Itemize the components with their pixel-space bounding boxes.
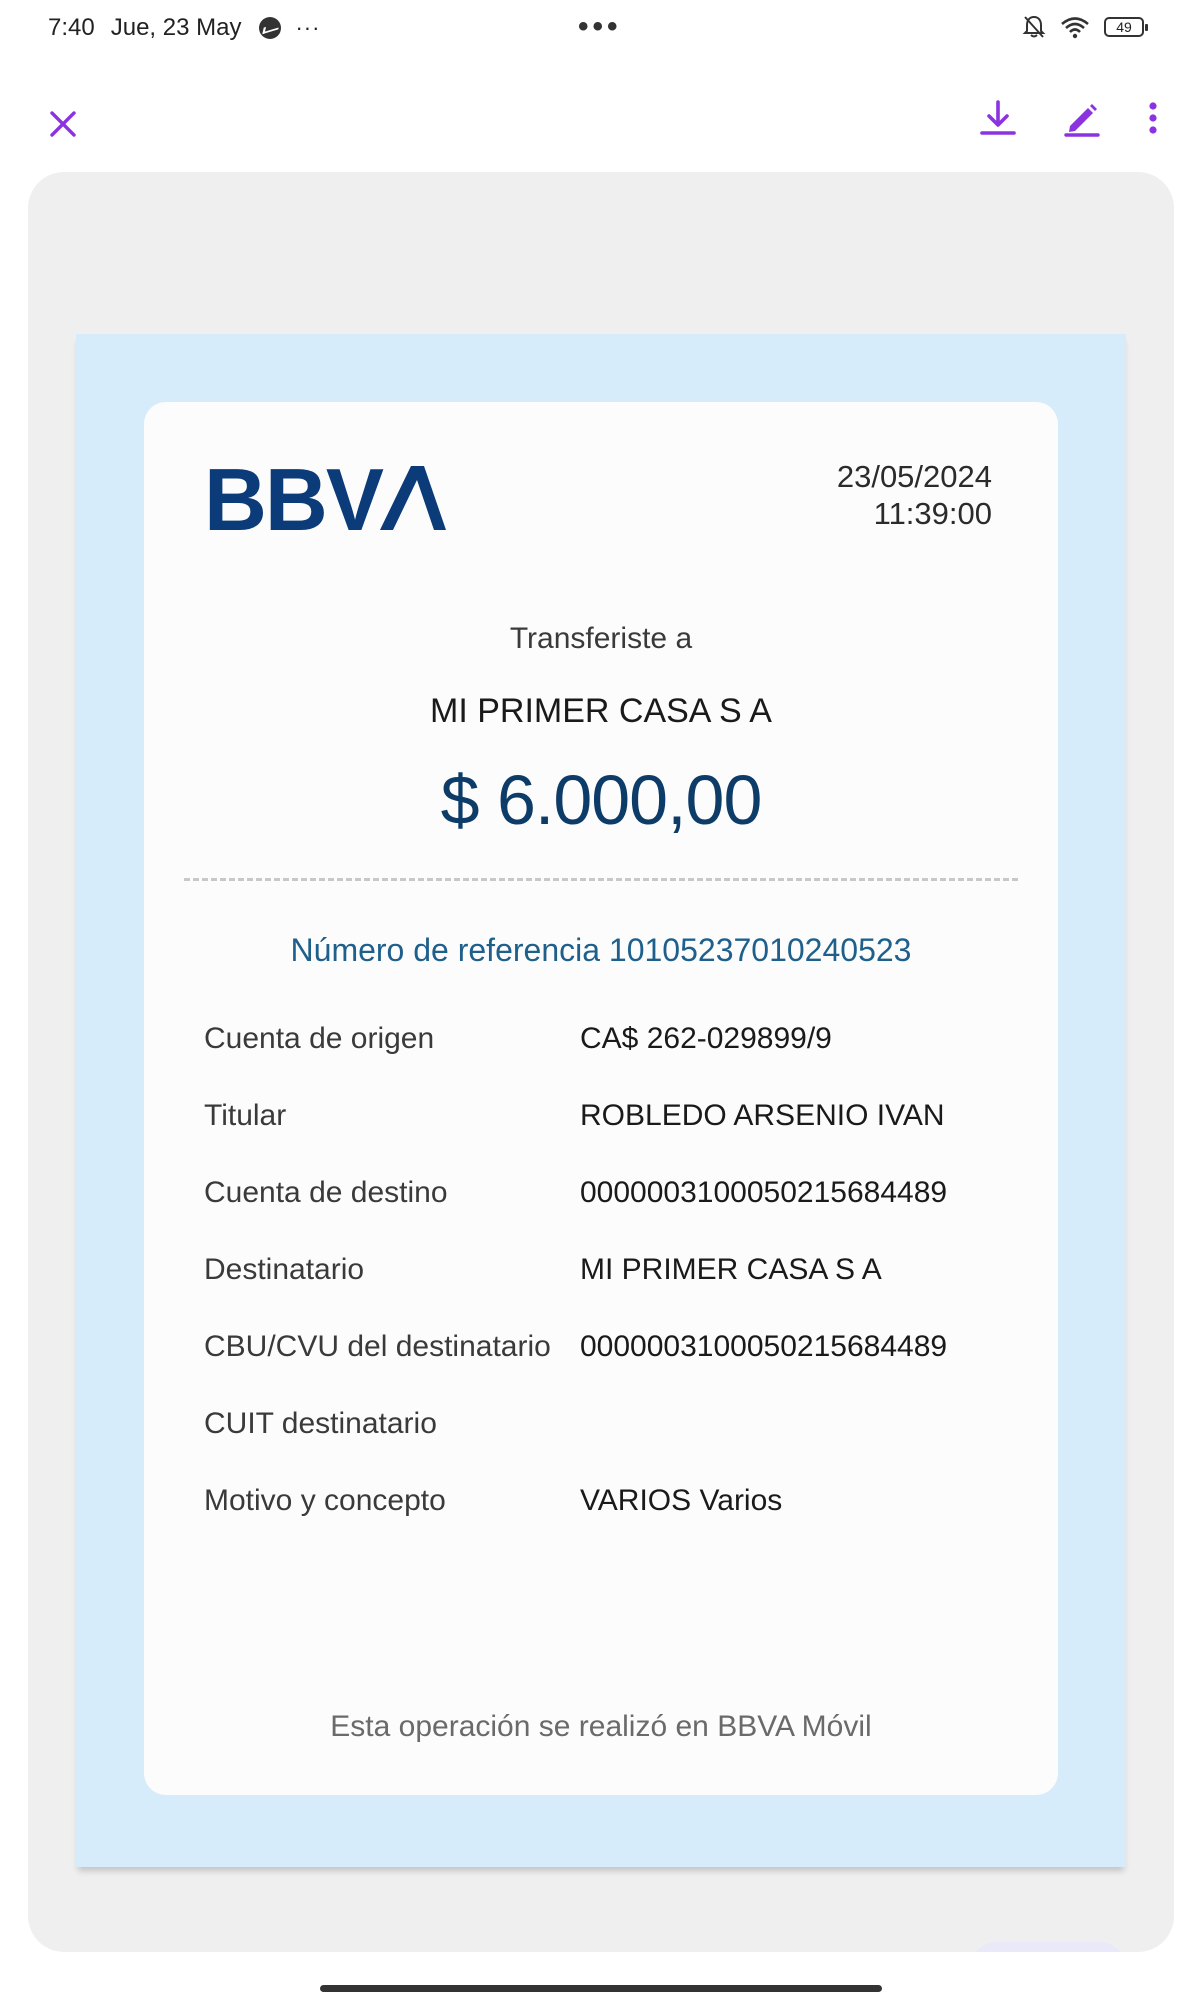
status-time: 7:40 — [48, 14, 95, 41]
status-right: 49 — [1022, 14, 1148, 40]
detail-value: ROBLEDO ARSENIO IVAN — [580, 1099, 945, 1132]
transfer-amount: $ 6.000,00 — [440, 761, 763, 839]
document-viewer[interactable]: BBV 23/05/2024 11:39:00 Transferiste a M… — [28, 172, 1174, 1952]
detail-label: Destinatario — [204, 1253, 365, 1286]
detail-value: 0000003100050215684489 — [580, 1176, 948, 1209]
detail-row-destination-account: Cuenta de destino 0000003100050215684489 — [204, 1176, 1024, 1253]
reference-number: Número de referencia 10105237010240523 — [290, 932, 912, 968]
detail-label: CBU/CVU del destinatario — [204, 1330, 551, 1363]
bell-off-icon — [1022, 14, 1046, 40]
detail-row-reason: Motivo y concepto VARIOS Varios — [204, 1484, 1024, 1561]
detail-label: Cuenta de destino — [204, 1176, 448, 1209]
detail-value: MI PRIMER CASA S A — [580, 1253, 882, 1286]
detail-label: Motivo y concepto — [204, 1484, 446, 1517]
battery-icon: 49 — [1104, 17, 1148, 37]
close-button[interactable] — [33, 96, 93, 156]
more-notifications-icon: ··· — [295, 15, 321, 40]
more-options-button[interactable] — [1123, 90, 1183, 150]
edit-icon — [1062, 98, 1102, 143]
viewer-toolbar — [0, 80, 1200, 150]
status-date: Jue, 23 May — [110, 14, 242, 41]
detail-label: CUIT destinatario — [204, 1407, 437, 1440]
recipient-name: MI PRIMER CASA S A — [430, 692, 772, 730]
floating-action-button[interactable] — [968, 1942, 1128, 1952]
svg-text:BBV: BBV — [204, 460, 384, 536]
detail-value: CA$ 262-029899/9 — [580, 1022, 832, 1055]
footer-note: Esta operación se realizó en BBVA Móvil — [330, 1710, 872, 1743]
receipt-card: BBV 23/05/2024 11:39:00 Transferiste a M… — [144, 402, 1058, 1795]
detail-row-cuit: CUIT destinatario — [204, 1407, 1024, 1484]
download-button[interactable] — [968, 90, 1028, 150]
detail-value: VARIOS Varios — [580, 1484, 783, 1517]
dashed-divider — [184, 878, 1018, 881]
status-bar: 7:40 Jue, 23 May ··· ••• 49 — [0, 0, 1200, 60]
detail-row-origin-account: Cuenta de origen CA$ 262-029899/9 — [204, 1022, 1024, 1099]
transfer-details: Cuenta de origen CA$ 262-029899/9 Titula… — [204, 1022, 1024, 1561]
close-icon — [48, 109, 78, 144]
download-icon — [978, 98, 1018, 143]
transfer-label: Transferiste a — [509, 622, 693, 655]
detail-value: 0000003100050215684489 — [580, 1330, 948, 1363]
status-center-dots: ••• — [578, 10, 622, 43]
bbva-logo: BBV — [204, 450, 446, 549]
document-page: BBV 23/05/2024 11:39:00 Transferiste a M… — [76, 334, 1126, 1867]
home-indicator[interactable] — [320, 1985, 882, 1992]
receipt-date: 23/05/2024 — [836, 459, 992, 494]
status-left: 7:40 Jue, 23 May ··· — [48, 14, 320, 42]
detail-row-holder: Titular ROBLEDO ARSENIO IVAN — [204, 1099, 1024, 1176]
detail-label: Cuenta de origen — [204, 1022, 435, 1055]
detail-row-cbu-cvu: CBU/CVU del destinatario 000000310005021… — [204, 1330, 1024, 1407]
more-vertical-icon — [1147, 98, 1159, 143]
detail-row-recipient: Destinatario MI PRIMER CASA S A — [204, 1253, 1024, 1330]
edit-button[interactable] — [1052, 90, 1112, 150]
wifi-icon — [1060, 15, 1090, 39]
receipt-datetime: 23/05/2024 11:39:00 — [837, 458, 992, 532]
detail-label: Titular — [204, 1099, 287, 1132]
battery-level: 49 — [1116, 19, 1132, 35]
receipt-time: 11:39:00 — [873, 496, 992, 531]
messenger-icon — [259, 17, 282, 39]
